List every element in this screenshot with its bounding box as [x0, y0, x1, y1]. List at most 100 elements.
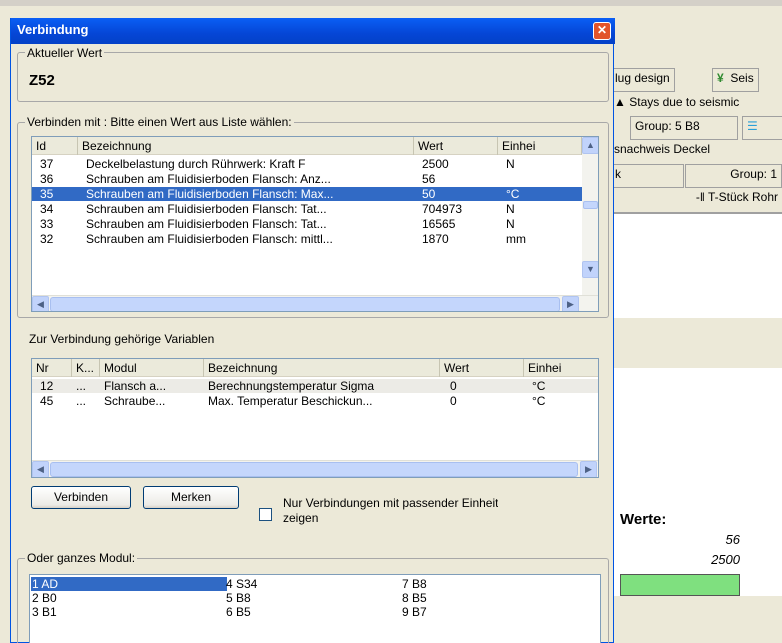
connect-button[interactable]: Verbinden — [31, 486, 131, 509]
module-item[interactable]: 1 AD — [32, 577, 58, 591]
table-row[interactable]: 35 Schrauben am Fluidisierboden Flansch: … — [32, 187, 582, 201]
cell-name: Schrauben am Fluidisierboden Flansch: Ma… — [86, 187, 334, 201]
vars-list[interactable]: Nr K... Modul Bezeichnung Wert Einhei 12… — [31, 358, 599, 478]
tab-label: T-Stück Rohr — [707, 190, 778, 204]
close-button[interactable]: ✕ — [593, 22, 611, 40]
scroll-right-button[interactable]: ▶ — [562, 296, 579, 311]
dialog-titlebar[interactable]: Verbindung ✕ — [11, 18, 615, 44]
hscroll-thumb[interactable] — [50, 297, 560, 311]
tab-list[interactable]: ☰ — [742, 116, 782, 140]
verbindung-dialog: Verbindung ✕ Aktueller Wert Z52 Verbinde… — [10, 18, 615, 643]
vars-list-hscroll[interactable]: ◀ ▶ — [32, 460, 598, 477]
module-item[interactable]: 3 B1 — [32, 605, 58, 619]
scroll-left-button[interactable]: ◀ — [32, 461, 49, 477]
module-item[interactable]: 5 B8 — [226, 591, 257, 605]
hscroll-thumb[interactable] — [50, 462, 578, 477]
scroll-thumb[interactable] — [583, 201, 598, 209]
col-einheit-2[interactable]: Einhei — [524, 359, 598, 377]
dialog-title: Verbindung — [17, 22, 89, 37]
cell-id: 35 — [40, 187, 54, 201]
cell-modul: Flansch a... — [104, 379, 167, 393]
module-item[interactable]: 7 B8 — [402, 577, 427, 591]
values-list-header: Id Bezeichnung Wert Einhei — [32, 137, 582, 155]
value-2: 2500 — [711, 552, 740, 567]
col-bezeichnung[interactable]: Bezeichnung — [78, 137, 414, 155]
cell-name: Schrauben am Fluidisierboden Flansch: Ta… — [86, 217, 327, 231]
scroll-right-button[interactable]: ▶ — [580, 461, 597, 477]
cell-unit: °C — [506, 187, 520, 201]
module-item[interactable]: 2 B0 — [32, 591, 58, 605]
cell-id: 37 — [40, 157, 54, 171]
checkbox-label-line-2: zeigen — [283, 511, 319, 525]
col-k[interactable]: K... — [72, 359, 100, 377]
tab-plug-design[interactable]: lug design — [610, 68, 675, 92]
col-einheit[interactable]: Einhei — [498, 137, 582, 155]
cell-name: Schrauben am Fluidisierboden Flansch: mi… — [86, 232, 333, 246]
col-nr[interactable]: Nr — [32, 359, 72, 377]
green-bar — [620, 574, 740, 596]
arrow-left-icon: ◀ — [37, 299, 44, 309]
cell-unit: N — [506, 202, 515, 216]
bottom-band — [610, 596, 782, 636]
table-row[interactable]: 45... Schraube... Max. Temperatur Beschick… — [32, 394, 598, 408]
tab-stays[interactable]: ▲ Stays due to seismic — [610, 93, 744, 115]
col-id[interactable]: Id — [32, 137, 78, 155]
module-list[interactable]: 1 AD 2 B0 3 B1 4 S34 5 B8 6 B5 7 B8 8 B5… — [29, 574, 601, 643]
cell-value: 2500 — [422, 157, 449, 171]
cell-nr: 12 — [40, 379, 54, 393]
vars-list-header: Nr K... Modul Bezeichnung Wert Einhei — [32, 359, 598, 377]
table-row[interactable]: 36 Schrauben am Fluidisierboden Flansch: … — [32, 172, 582, 186]
cell-value: 16565 — [422, 217, 456, 231]
module-item[interactable]: 4 S34 — [226, 577, 257, 591]
tab-nachweis[interactable]: snachweis Deckel — [610, 140, 782, 164]
cell-k: ... — [76, 394, 87, 408]
current-value-label: Aktueller Wert — [25, 46, 105, 60]
tab-tstueck[interactable]: -‖ T-Stück Rohr — [610, 188, 782, 212]
tab-seismic[interactable]: ¥ Seis — [712, 68, 759, 92]
scroll-left-button[interactable]: ◀ — [32, 296, 49, 311]
remember-button[interactable]: Merken — [143, 486, 239, 509]
table-row[interactable]: 12... Flansch a... Berechnungstemperatur S… — [32, 379, 598, 393]
header-band — [610, 318, 782, 368]
matching-unit-checkbox[interactable] — [259, 508, 272, 521]
tab-label: snachweis Deckel — [614, 142, 711, 156]
col-modul[interactable]: Modul — [100, 359, 204, 377]
col-wert[interactable]: Wert — [414, 137, 498, 155]
arrow-right-icon: ▶ — [567, 299, 574, 309]
col-bezeichnung-2[interactable]: Bezeichnung — [204, 359, 440, 377]
cell-value: 56 — [422, 172, 436, 186]
connect-group-label: Verbinden mit : Bitte einen Wert aus Lis… — [25, 115, 294, 129]
module-col-3: 7 B8 8 B5 9 B7 — [402, 577, 427, 619]
cell-name: Schrauben am Fluidisierboden Flansch: An… — [86, 172, 331, 186]
table-row[interactable]: 37 Deckelbelastung durch Rührwerk: Kraft … — [32, 157, 582, 171]
checkbox-label: Nur Verbindungen mit passender Einheit z… — [283, 496, 498, 526]
module-item[interactable]: 8 B5 — [402, 591, 427, 605]
tab-label: Stays due to seismic — [629, 95, 740, 109]
table-row[interactable]: 32 Schrauben am Fluidisierboden Flansch: … — [32, 232, 582, 246]
values-list-vscroll[interactable]: ▲ ▼ — [582, 137, 598, 295]
module-selected-highlight — [31, 577, 227, 591]
col-wert-2[interactable]: Wert — [440, 359, 524, 377]
connect-button-label: Verbinden — [53, 490, 109, 504]
values-list-hscroll[interactable]: ◀ ▶ — [32, 295, 598, 311]
cell-id: 34 — [40, 202, 54, 216]
values-list[interactable]: Id Bezeichnung Wert Einhei 37 Deckelbelas… — [31, 136, 599, 312]
checkbox-label-line-1: Nur Verbindungen mit passender Einheit — [283, 496, 499, 510]
table-row[interactable]: 34 Schrauben am Fluidisierboden Flansch: … — [32, 202, 582, 216]
table-row[interactable]: 33 Schrauben am Fluidisierboden Flansch: … — [32, 217, 582, 231]
list-icon: ☰ — [747, 119, 758, 133]
tstueck-icon: -‖ — [695, 190, 705, 204]
scroll-down-button[interactable]: ▼ — [582, 261, 598, 278]
scroll-up-button[interactable]: ▲ — [582, 137, 598, 154]
cell-name: Berechnungstemperatur Sigma — [208, 379, 375, 393]
arrow-right-icon: ▶ — [585, 464, 592, 474]
tab-group-1[interactable]: Group: 5 B8 — [630, 116, 738, 140]
cell-unit: °C — [532, 394, 546, 408]
module-item[interactable]: 6 B5 — [226, 605, 257, 619]
tab-group-2[interactable]: Group: 1 — [685, 164, 782, 188]
tab-k[interactable]: k — [610, 164, 684, 188]
tab-label: Group: 1 — [730, 167, 777, 181]
tab-label: lug design — [615, 71, 670, 85]
arrow-up-icon: ▲ — [586, 140, 595, 150]
module-item[interactable]: 9 B7 — [402, 605, 427, 619]
